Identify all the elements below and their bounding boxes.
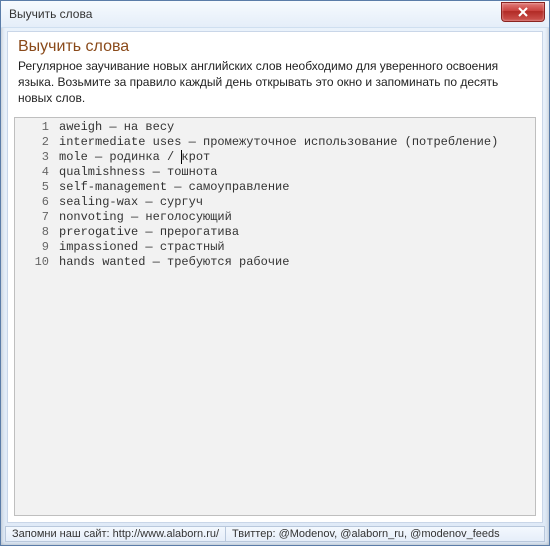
line-number: 3 bbox=[15, 150, 49, 165]
code-line[interactable]: intermediate uses — промежуточное исполь… bbox=[59, 135, 531, 150]
code-area[interactable]: aweigh — на весуintermediate uses — пром… bbox=[55, 118, 535, 515]
status-site: Запомни наш сайт: http://www.alaborn.ru/ bbox=[5, 526, 225, 542]
line-number-gutter: 12345678910 bbox=[15, 118, 55, 515]
code-line[interactable]: sealing-wax — сургуч bbox=[59, 195, 531, 210]
app-window: Выучить слова Выучить слова Регулярное з… bbox=[0, 0, 550, 546]
line-number: 2 bbox=[15, 135, 49, 150]
word-editor[interactable]: 12345678910 aweigh — на весуintermediate… bbox=[14, 117, 536, 516]
page-description: Регулярное заучивание новых английских с… bbox=[18, 58, 532, 107]
code-line[interactable]: impassioned — страстный bbox=[59, 240, 531, 255]
header: Выучить слова Регулярное заучивание новы… bbox=[8, 32, 542, 115]
code-line[interactable]: qualmishness — тошнота bbox=[59, 165, 531, 180]
line-number: 7 bbox=[15, 210, 49, 225]
page-title: Выучить слова bbox=[18, 38, 532, 56]
line-number: 9 bbox=[15, 240, 49, 255]
code-line[interactable]: prerogative — прерогатива bbox=[59, 225, 531, 240]
line-number: 6 bbox=[15, 195, 49, 210]
code-line[interactable]: hands wanted — требуются рабочие bbox=[59, 255, 531, 270]
line-number: 1 bbox=[15, 120, 49, 135]
text-caret bbox=[181, 150, 182, 164]
status-twitter: Твиттер: @Modenov, @alaborn_ru, @modenov… bbox=[225, 526, 545, 542]
status-bar: Запомни наш сайт: http://www.alaborn.ru/… bbox=[5, 526, 545, 542]
close-icon bbox=[518, 7, 528, 17]
client-area: Выучить слова Регулярное заучивание новы… bbox=[7, 31, 543, 523]
close-button[interactable] bbox=[501, 2, 545, 22]
code-line[interactable]: aweigh — на весу bbox=[59, 120, 531, 135]
line-number: 8 bbox=[15, 225, 49, 240]
titlebar[interactable]: Выучить слова bbox=[1, 1, 549, 28]
window-title: Выучить слова bbox=[9, 1, 541, 27]
code-line[interactable]: self-management — самоуправление bbox=[59, 180, 531, 195]
code-line[interactable]: mole — родинка / крот bbox=[59, 150, 531, 165]
line-number: 5 bbox=[15, 180, 49, 195]
code-line[interactable]: nonvoting — неголосующий bbox=[59, 210, 531, 225]
line-number: 4 bbox=[15, 165, 49, 180]
line-number: 10 bbox=[15, 255, 49, 270]
